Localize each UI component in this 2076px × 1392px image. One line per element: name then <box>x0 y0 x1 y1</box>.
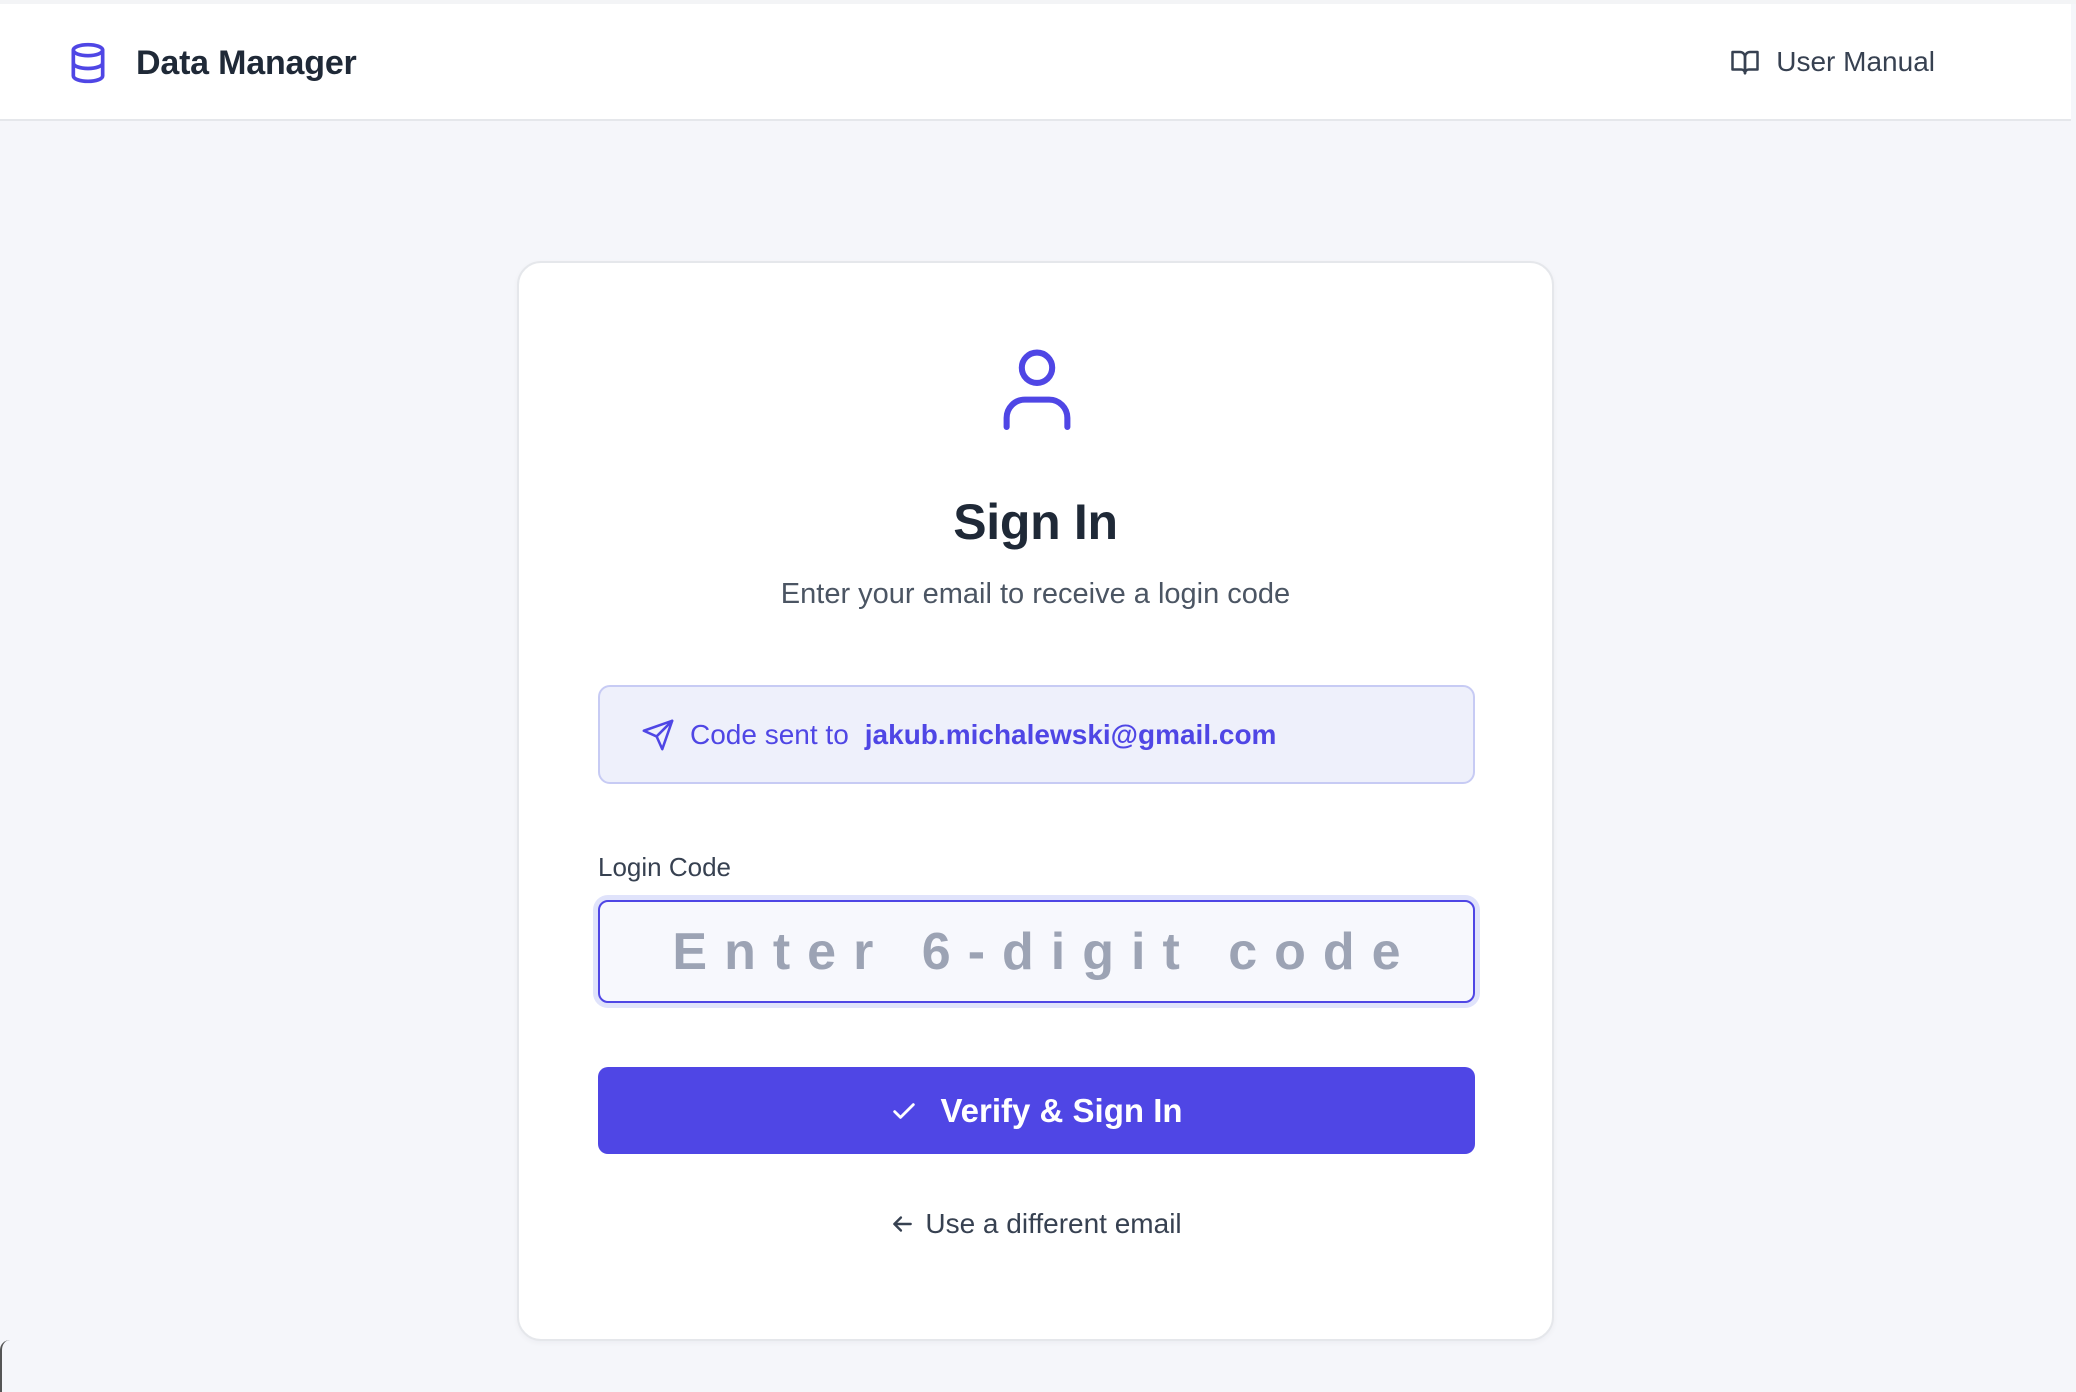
database-icon <box>71 42 105 84</box>
use-different-email-link[interactable]: Use a different email <box>519 1208 1552 1240</box>
page-subtitle: Enter your email to receive a login code <box>780 578 1291 610</box>
app-title: Data Manager <box>136 43 357 82</box>
book-open-icon <box>1731 50 1760 75</box>
brand[interactable]: Data Manager <box>66 40 357 86</box>
sign-in-card: Sign In Enter your email to receive a lo… <box>517 261 1554 1341</box>
use-different-email-label: Use a different email <box>925 1208 1182 1239</box>
check-icon <box>893 1102 916 1119</box>
notice-email: jakub.michalewski@gmail.com <box>864 718 1277 750</box>
send-icon <box>642 719 674 750</box>
user-manual-label: User Manual <box>1776 46 1935 77</box>
code-sent-notice: Code sent to jakub.michalewski@gmail.com <box>598 685 1475 784</box>
user-icon <box>1003 349 1071 430</box>
app-header: Data Manager User Manual <box>0 4 2071 121</box>
notice-label: Code sent to <box>690 718 849 750</box>
login-code-label: Login Code <box>598 852 731 882</box>
verify-sign-in-button[interactable]: Verify & Sign In <box>598 1067 1475 1154</box>
page-title: Sign In <box>953 494 1118 550</box>
verify-button-label: Verify & Sign In <box>940 1091 1183 1129</box>
window-corner <box>0 1340 10 1392</box>
arrow-left-icon <box>893 1216 913 1232</box>
user-manual-link[interactable]: User Manual <box>1730 46 1935 78</box>
login-code-input[interactable] <box>598 900 1475 1003</box>
page: Data Manager User Manual Sign In Enter y… <box>0 0 2076 1392</box>
